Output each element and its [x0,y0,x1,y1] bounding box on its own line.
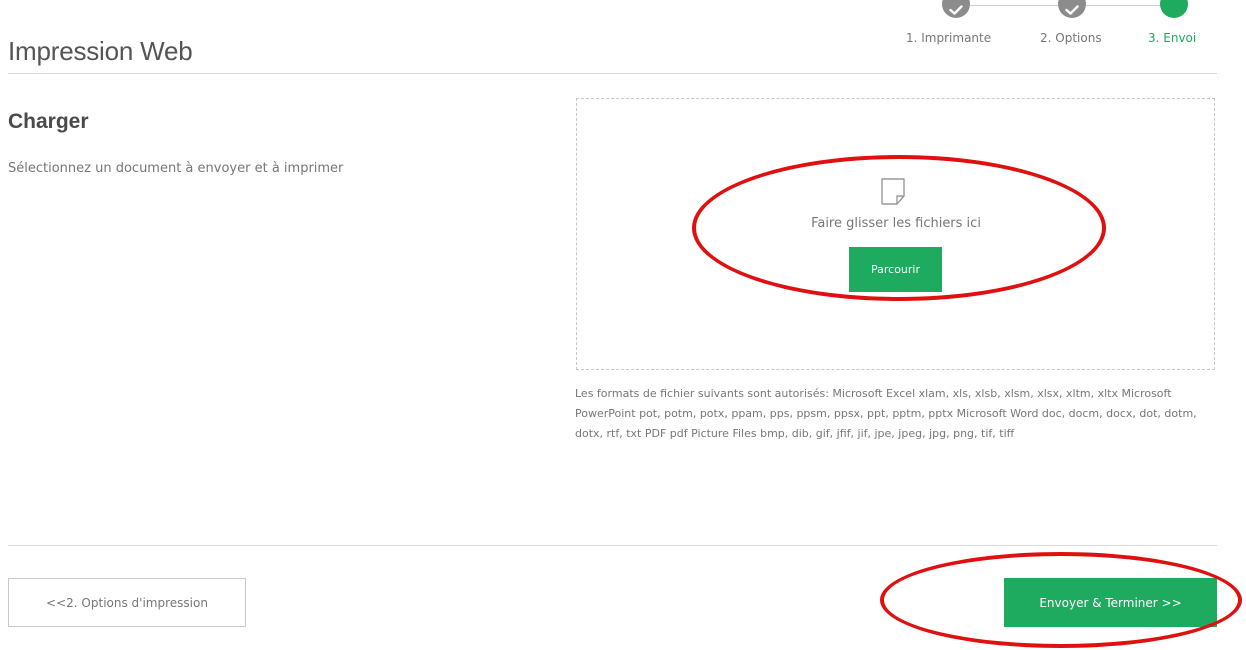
footer-divider [8,545,1217,546]
progress-stepper: 1. Imprimante 2. Options 3. Envoi [900,0,1210,60]
section-description: Sélectionnez un document à envoyer et à … [8,161,344,176]
allowed-formats-text: Les formats de fichier suivants sont aut… [575,387,1197,440]
step-3-label: 3. Envoi [1148,31,1197,45]
check-icon [949,5,963,15]
header-divider [8,73,1217,74]
step-1-label: 1. Imprimante [906,31,992,45]
document-icon [878,177,910,212]
dropzone-hint: Faire glisser les fichiers ici [811,216,981,231]
send-and-finish-button[interactable]: Envoyer & Terminer >> [1004,578,1217,627]
browse-button[interactable]: Parcourir [849,247,942,292]
step-connector [970,5,1072,6]
step-2-indicator [1058,0,1086,18]
step-3-indicator [1160,0,1188,18]
page-title: Impression Web [8,36,193,66]
step-2-label: 2. Options [1040,31,1102,45]
check-icon [1065,5,1079,15]
section-title: Charger [8,110,89,133]
step-1-indicator [942,0,970,18]
previous-step-button[interactable]: <<2. Options d'impression [8,578,246,627]
file-dropzone[interactable] [576,98,1215,370]
